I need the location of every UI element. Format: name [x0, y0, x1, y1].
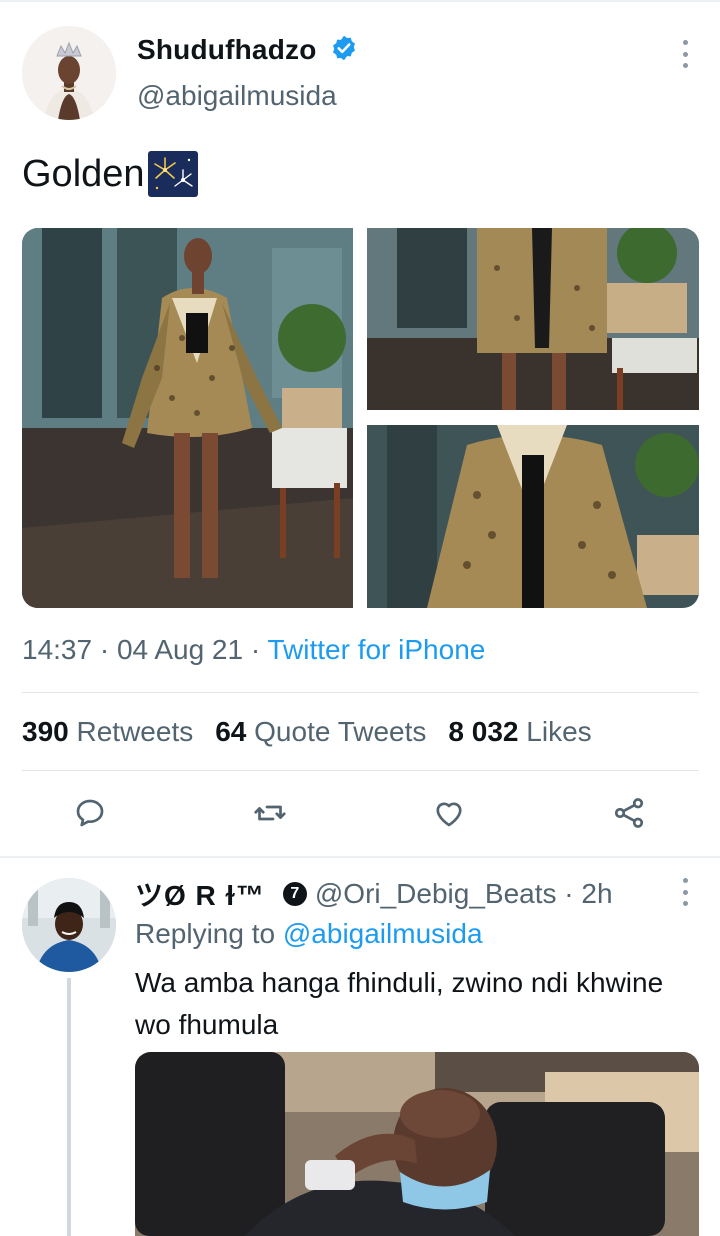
author-avatar[interactable]: [22, 26, 116, 120]
verified-badge-icon: [330, 34, 358, 62]
thread-line: [67, 978, 71, 1236]
retweets-count: 390: [22, 716, 69, 747]
author-handle[interactable]: @abigailmusida: [137, 80, 337, 112]
reply-photo[interactable]: [135, 1052, 699, 1236]
reply-author-badge: 7: [282, 882, 307, 906]
reply-author-name[interactable]: ツØ R ɫ™: [135, 874, 265, 914]
tweet-photo-3[interactable]: [367, 425, 699, 608]
retweets-label: Retweets: [76, 716, 194, 747]
replying-to: Replying to @abigailmusida: [135, 918, 483, 950]
replying-to-label: Replying to: [135, 918, 276, 949]
more-options-icon[interactable]: [681, 40, 689, 68]
tweet-meta: 14:37 · 04 Aug 21 · Twitter for iPhone: [22, 634, 485, 666]
likes-stat[interactable]: 8 032 Likes: [448, 716, 591, 747]
author-name[interactable]: Shudufhadzo: [137, 34, 317, 66]
retweets-stat[interactable]: 390 Retweets: [22, 716, 193, 747]
reply-author-avatar[interactable]: [22, 878, 116, 972]
divider: [22, 692, 699, 693]
reply-text: Wa amba hanga fhinduli, zwino ndi khwine…: [135, 967, 664, 1040]
quotes-label: Quote Tweets: [254, 716, 427, 747]
likes-count: 8 032: [448, 716, 519, 747]
reply-header: ツØ R ɫ™ 7 @Ori_Debig_Beats · 2h: [135, 874, 613, 914]
tweet-stats: 390 Retweets 64 Quote Tweets 8 032 Likes: [22, 716, 592, 748]
reply-icon[interactable]: [72, 795, 108, 831]
tweet-photo-2[interactable]: [367, 228, 699, 410]
reply-handle-time[interactable]: @Ori_Debig_Beats · 2h: [315, 878, 613, 910]
like-icon[interactable]: [431, 795, 467, 831]
fireworks-emoji: [147, 150, 199, 198]
tweet-text-content: Golden: [22, 152, 145, 195]
replying-to-mention[interactable]: @abigailmusida: [283, 918, 483, 949]
divider: [22, 770, 699, 771]
share-icon[interactable]: [611, 795, 647, 831]
tweet-text: Golden: [22, 150, 199, 198]
reply-more-options-icon[interactable]: [681, 878, 689, 906]
likes-label: Likes: [526, 716, 592, 747]
quotes-count: 64: [215, 716, 247, 747]
top-divider: [0, 0, 720, 2]
tweet-source-link[interactable]: Twitter for iPhone: [267, 634, 485, 665]
tweet-separator: [0, 856, 720, 858]
retweet-icon[interactable]: [252, 795, 288, 831]
quotes-stat[interactable]: 64 Quote Tweets: [215, 716, 426, 747]
tweet-photo-1[interactable]: [22, 228, 353, 608]
tweet-timestamp: 14:37 · 04 Aug 21 ·: [22, 634, 261, 665]
